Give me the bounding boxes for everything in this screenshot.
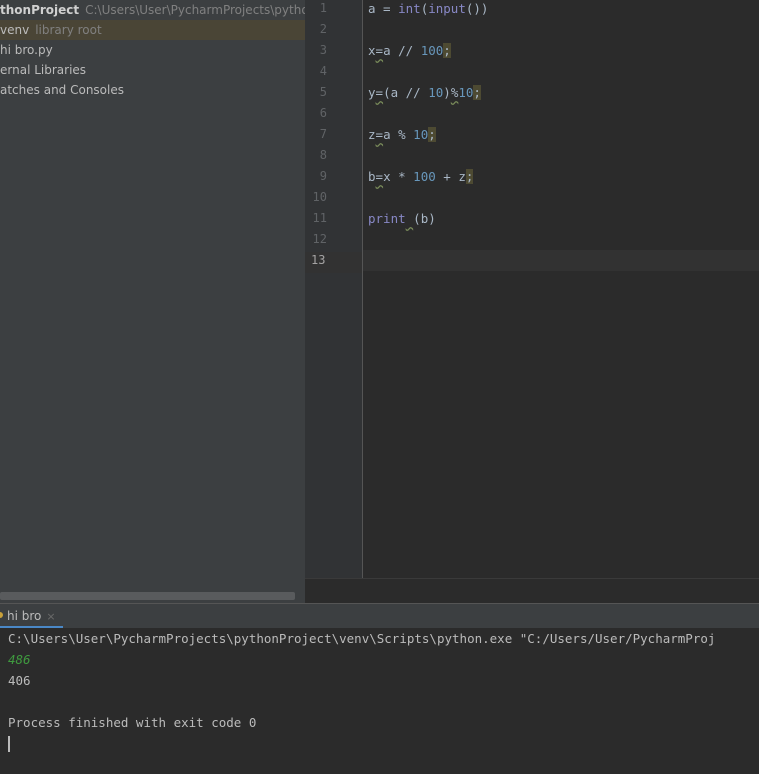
close-icon[interactable]: × [46,610,55,623]
line-number: 11 [312,211,327,225]
run-console[interactable]: C:\Users\User\PycharmProjects\pythonProj… [0,628,759,774]
code-line-5: y=(a // 10)%10; [368,84,481,105]
code-token: a = [368,1,399,16]
tree-item-label: hi bro.py [0,43,53,57]
tree-item-external-libraries[interactable]: ernal Libraries [0,60,305,80]
code-token: a % [383,127,414,142]
code-token: print [368,211,406,226]
code-line-3: x=a // 100; [368,42,451,63]
line-number: 7 [319,127,327,141]
console-command-line: C:\Users\User\PycharmProjects\pythonProj… [8,631,716,646]
code-line-1: a = int(input()) [368,0,488,21]
code-token: a // [383,43,421,58]
code-token: = [375,127,384,142]
code-token: = [375,43,384,58]
code-token: = [375,85,384,100]
code-token: ()) [465,1,489,16]
project-path: C:\Users\User\PycharmProjects\pythonProj… [85,3,305,17]
code-token: = [375,169,384,184]
console-user-input: 486 [8,652,31,667]
code-token: ) [443,85,451,100]
code-token: int [398,1,421,16]
run-tab-label: hi bro [7,609,42,623]
horizontal-scrollbar[interactable] [0,592,295,600]
line-number: 6 [319,106,327,120]
tree-item-project-root[interactable]: thonProject C:\Users\User\PycharmProjects… [0,0,305,20]
code-token: (a // [383,85,429,100]
code-token: 10 [458,85,474,100]
tree-item-label: venv [0,23,30,37]
code-token: ; [443,43,451,58]
code-token: + z [435,169,466,184]
code-token: input [428,1,466,16]
project-name: thonProject [0,3,80,17]
run-tool-window-header: hi bro × [0,603,759,629]
line-gutter: 1 2 3 4 5 6 7 8 9 10 11 12 13 [305,0,363,578]
run-tab-hi-bro[interactable]: hi bro × [0,604,63,629]
code-token: 10 [428,85,444,100]
line-number: 1 [319,1,327,15]
tree-item-hint: library root [35,23,102,37]
code-token: ; [465,169,474,184]
tree-item-label: ernal Libraries [0,63,87,77]
line-number: 12 [312,232,327,246]
code-token: ; [428,127,436,142]
current-line-highlight [363,250,759,271]
tree-item-label: atches and Consoles [0,83,124,97]
line-number: 5 [319,85,327,99]
code-token: (b) [413,211,436,226]
line-number: 3 [319,43,327,57]
python-icon [0,612,3,618]
line-number: 2 [319,22,327,36]
code-token: 100 [420,43,444,58]
console-exit-message: Process finished with exit code 0 [8,715,257,730]
code-token: ; [473,85,481,100]
code-token: b [368,169,376,184]
code-editor[interactable]: a = int(input()) x=a // 100; y=(a // 10)… [363,0,759,578]
tree-item-scratches[interactable]: atches and Consoles [0,80,305,100]
console-output-line: 406 [8,673,31,688]
tree-item-venv[interactable]: venv library root [0,20,305,40]
code-line-7: z=a % 10; [368,126,436,147]
code-token: x [368,43,376,58]
code-token: z [368,127,376,142]
code-line-11: print (b) [368,210,436,231]
text-caret [8,736,10,752]
line-number: 13 [305,252,362,273]
line-number: 8 [319,148,327,162]
code-line-9: b=x * 100 + z; [368,168,474,189]
line-number: 9 [319,169,327,183]
tree-item-hi-bro-py[interactable]: hi bro.py [0,40,305,60]
line-number: 4 [319,64,327,78]
project-panel: thonProject C:\Users\User\PycharmProjects… [0,0,305,603]
code-token: 100 [413,169,436,184]
editor-bottom-strip [305,578,759,603]
line-number: 10 [312,190,327,204]
code-token: 10 [413,127,429,142]
code-token: y [368,85,376,100]
code-token: x * [383,169,414,184]
